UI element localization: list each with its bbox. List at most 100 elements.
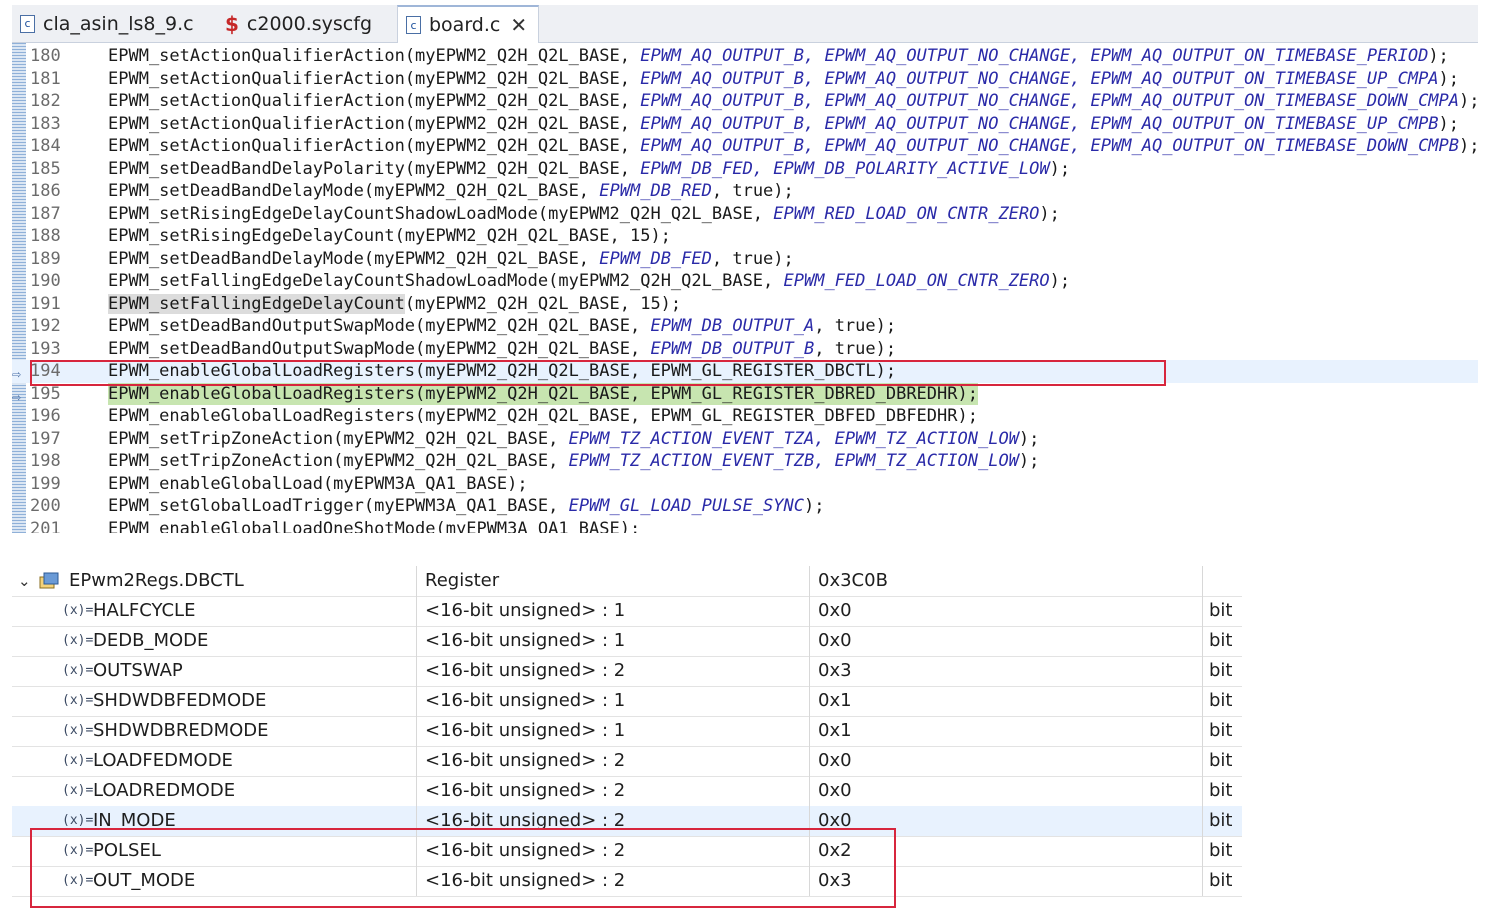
tab-board-c[interactable]: c board.c ✕ <box>397 5 539 43</box>
bitfield-value[interactable]: 0x3 <box>809 866 1202 896</box>
line-number: 184 <box>30 136 61 156</box>
variable-icon: (x)= <box>62 783 94 798</box>
code-args: (myEPWM2_Q2H_Q2L_BASE, EPWM_GL_REGISTER_… <box>415 406 978 426</box>
code-constants: EPWM_DB_RED <box>599 181 712 201</box>
bitfield-name-cell: (x)= OUT_MODE <box>12 866 416 896</box>
code-line[interactable]: 200 EPWM_setGlobalLoadTrigger(myEPWM3A_QA… <box>12 495 1478 518</box>
code-line[interactable]: 193 EPWM_setDeadBandOutputSwapMode(myEPWM… <box>12 338 1478 361</box>
bitfield-value[interactable]: 0x2 <box>809 836 1202 866</box>
line-number: 192 <box>30 316 61 336</box>
bitfield-value[interactable]: 0x1 <box>809 686 1202 716</box>
code-line[interactable]: 185 EPWM_setDeadBandDelayPolarity(myEPWM2… <box>12 158 1478 181</box>
line-number: 194 <box>30 361 61 381</box>
code-line[interactable]: 191 EPWM_setFallingEdgeDelayCount(myEPWM2… <box>12 293 1478 316</box>
code-constants: EPWM_TZ_ACTION_EVENT_TZB, EPWM_TZ_ACTION… <box>568 451 1019 471</box>
line-number: 183 <box>30 113 61 134</box>
line-number: 190 <box>30 271 61 291</box>
code-text: EPWM_setGlobalLoadTrigger(myEPWM3A_QA1_B… <box>108 495 824 518</box>
bitfield-name-cell: (x)= SHDWDBFEDMODE <box>12 686 416 716</box>
bitfield-row[interactable]: (x)= SHDWDBFEDMODE <16-bit unsigned> : 1 0x… <box>12 686 1242 717</box>
bitfield-row[interactable]: (x)= POLSEL <16-bit unsigned> : 2 0x2 bit <box>12 836 1242 867</box>
bitfield-row[interactable]: (x)= SHDWDBREDMODE <16-bit unsigned> : 1 0x… <box>12 716 1242 747</box>
bitfield-value[interactable]: 0x0 <box>809 776 1202 806</box>
function-name: EPWM_enableGlobalLoadRegisters <box>108 383 416 404</box>
code-line[interactable]: 201 EPWM_enableGlobalLoadOneShotMode(myEP… <box>12 518 1478 534</box>
code-constants: EPWM_DB_FED, EPWM_DB_POLARITY_ACTIVE_LOW <box>640 158 1050 179</box>
bitfield-type: <16-bit unsigned> : 1 <box>416 626 809 656</box>
code-line[interactable]: 197 EPWM_setTripZoneAction(myEPWM2_Q2H_Q2… <box>12 428 1478 451</box>
code-constants: EPWM_DB_OUTPUT_A <box>650 316 815 336</box>
register-row[interactable]: ⌄ EPwm2Regs.DBCTL Register 0x3C0B <box>12 566 1242 597</box>
variable-icon: (x)= <box>62 813 94 828</box>
line-number: 188 <box>30 226 61 246</box>
register-value[interactable]: 0x3C0B <box>809 566 1202 596</box>
code-line[interactable]: 188 EPWM_setRisingEdgeDelayCount(myEPWM2_… <box>12 225 1478 248</box>
code-line[interactable]: ⇨ 194 EPWM_enableGlobalLoadRegisters(myEPW… <box>12 360 1478 383</box>
chevron-down-icon[interactable]: ⌄ <box>18 566 31 596</box>
code-line[interactable]: 182 EPWM_setActionQualifierAction(myEPWM2… <box>12 90 1478 113</box>
tab-c2000-syscfg[interactable]: $ c2000.syscfg <box>217 5 397 42</box>
code-line[interactable]: 186 EPWM_setDeadBandDelayMode(myEPWM2_Q2H… <box>12 180 1478 203</box>
bitfield-name: HALFCYCLE <box>93 600 196 621</box>
code-line[interactable]: 180 EPWM_setActionQualifierAction(myEPWM2… <box>12 45 1478 68</box>
bitfield-value[interactable]: 0x3 <box>809 656 1202 686</box>
bitfield-value[interactable]: 0x0 <box>809 806 1202 836</box>
bitfield-row[interactable]: (x)= IN_MODE <16-bit unsigned> : 2 0x0 bit <box>12 806 1242 837</box>
bitfield-value[interactable]: 0x0 <box>809 626 1202 656</box>
bitfield-name: POLSEL <box>93 840 161 861</box>
code-line[interactable]: 199 EPWM_enableGlobalLoad(myEPWM3A_QA1_BA… <box>12 473 1478 496</box>
bitfield-type: <16-bit unsigned> : 2 <box>416 866 809 896</box>
function-name: EPWM_setActionQualifierAction <box>108 68 405 89</box>
code-constants: EPWM_AQ_OUTPUT_B, EPWM_AQ_OUTPUT_NO_CHAN… <box>640 91 1460 111</box>
bitfield-row[interactable]: (x)= OUTSWAP <16-bit unsigned> : 2 0x3 bit <box>12 656 1242 687</box>
bitfield-row[interactable]: (x)= DEDB_MODE <16-bit unsigned> : 1 0x0 bit <box>12 626 1242 657</box>
code-line[interactable]: 198 EPWM_setTripZoneAction(myEPWM2_Q2H_Q2… <box>12 450 1478 473</box>
code-editor[interactable]: 180 EPWM_setActionQualifierAction (myEPWM2… <box>12 43 1478 533</box>
code-line[interactable]: 184 EPWM_setActionQualifierAction(myEPWM2… <box>12 135 1478 158</box>
code-text: EPWM_setFallingEdgeDelayCount(myEPWM2_Q2… <box>108 293 681 316</box>
code-line[interactable]: ⇨ 195 EPWM_enableGlobalLoadRegisters(myEPW… <box>12 382 1478 406</box>
variable-icon: (x)= <box>62 873 94 888</box>
close-icon[interactable]: ✕ <box>510 13 527 37</box>
bitfield-name: IN_MODE <box>93 810 176 831</box>
bitfield-name-cell: (x)= LOADFEDMODE <box>12 746 416 776</box>
code-line[interactable]: 187 EPWM_setRisingEdgeDelayCountShadowLoa… <box>12 203 1478 226</box>
function-name: EPWM_setActionQualifierAction <box>108 113 405 134</box>
bitfield-name-cell: (x)= SHDWDBREDMODE <box>12 716 416 746</box>
function-name: EPWM_setTripZoneAction <box>108 451 334 471</box>
bitfield-format: bit <box>1202 686 1242 716</box>
bitfield-value[interactable]: 0x0 <box>809 596 1202 626</box>
function-name: EPWM_enableGlobalLoad <box>108 473 323 494</box>
code-line[interactable]: 192 EPWM_setDeadBandOutputSwapMode(myEPWM… <box>12 315 1478 338</box>
bitfield-format: bit <box>1202 716 1242 746</box>
line-number: 182 <box>30 91 61 111</box>
code-text: EPWM_setDeadBandOutputSwapMode(myEPWM2_Q… <box>108 338 896 361</box>
variables-view[interactable]: ⌄ EPwm2Regs.DBCTL Register 0x3C0B (x)= HA… <box>12 566 1242 904</box>
code-line[interactable]: 196 EPWM_enableGlobalLoadRegisters(myEPWM… <box>12 405 1478 428</box>
tab-cla-asin[interactable]: c cla_asin_ls8_9.c <box>12 5 202 42</box>
code-line[interactable]: 183 EPWM_setActionQualifierAction(myEPWM2… <box>12 113 1478 136</box>
bitfield-row[interactable]: (x)= LOADREDMODE <16-bit unsigned> : 2 0x0 b… <box>12 776 1242 807</box>
register-name-cell: ⌄ EPwm2Regs.DBCTL <box>12 566 416 596</box>
code-text: EPWM_setTripZoneAction(myEPWM2_Q2H_Q2L_B… <box>108 450 1039 473</box>
code-tail: , true); <box>814 338 897 359</box>
code-line[interactable]: 189 EPWM_setDeadBandDelayMode(myEPWM2_Q2H… <box>12 248 1478 271</box>
line-number: 180 <box>30 46 61 66</box>
bitfield-name-cell: (x)= OUTSWAP <box>12 656 416 686</box>
bitfield-row[interactable]: (x)= OUT_MODE <16-bit unsigned> : 2 0x3 bit <box>12 866 1242 897</box>
code-line[interactable]: 190 EPWM_setFallingEdgeDelayCountShadowLo… <box>12 270 1478 293</box>
function-name: EPWM_setDeadBandDelayPolarity <box>108 158 405 179</box>
code-args: (myEPWM2_Q2H_Q2L_BASE, 15); <box>404 293 682 314</box>
bitfield-value[interactable]: 0x1 <box>809 716 1202 746</box>
code-text: EPWM_enableGlobalLoad(myEPWM3A_QA1_BASE)… <box>108 473 528 496</box>
bitfield-row[interactable]: (x)= HALFCYCLE <16-bit unsigned> : 1 0x0 bit <box>12 596 1242 627</box>
code-args: (myEPWM2_Q2H_Q2L_BASE, <box>415 316 651 336</box>
bitfield-value[interactable]: 0x0 <box>809 746 1202 776</box>
code-args: (myEPWM2_Q2H_Q2L_BASE, EPWM_GL_REGISTER_… <box>415 361 897 381</box>
code-text: EPWM_enableGlobalLoadRegisters(myEPWM2_Q… <box>108 360 896 383</box>
code-args: (myEPWM2_Q2H_Q2L_BASE, <box>333 428 569 449</box>
bitfield-name: OUT_MODE <box>93 870 196 891</box>
bitfield-row[interactable]: (x)= LOADFEDMODE <16-bit unsigned> : 2 0x0 b… <box>12 746 1242 777</box>
code-line[interactable]: 181 EPWM_setActionQualifierAction(myEPWM2… <box>12 68 1478 91</box>
function-name: EPWM_setRisingEdgeDelayCountShadowLoadMo… <box>108 203 538 224</box>
